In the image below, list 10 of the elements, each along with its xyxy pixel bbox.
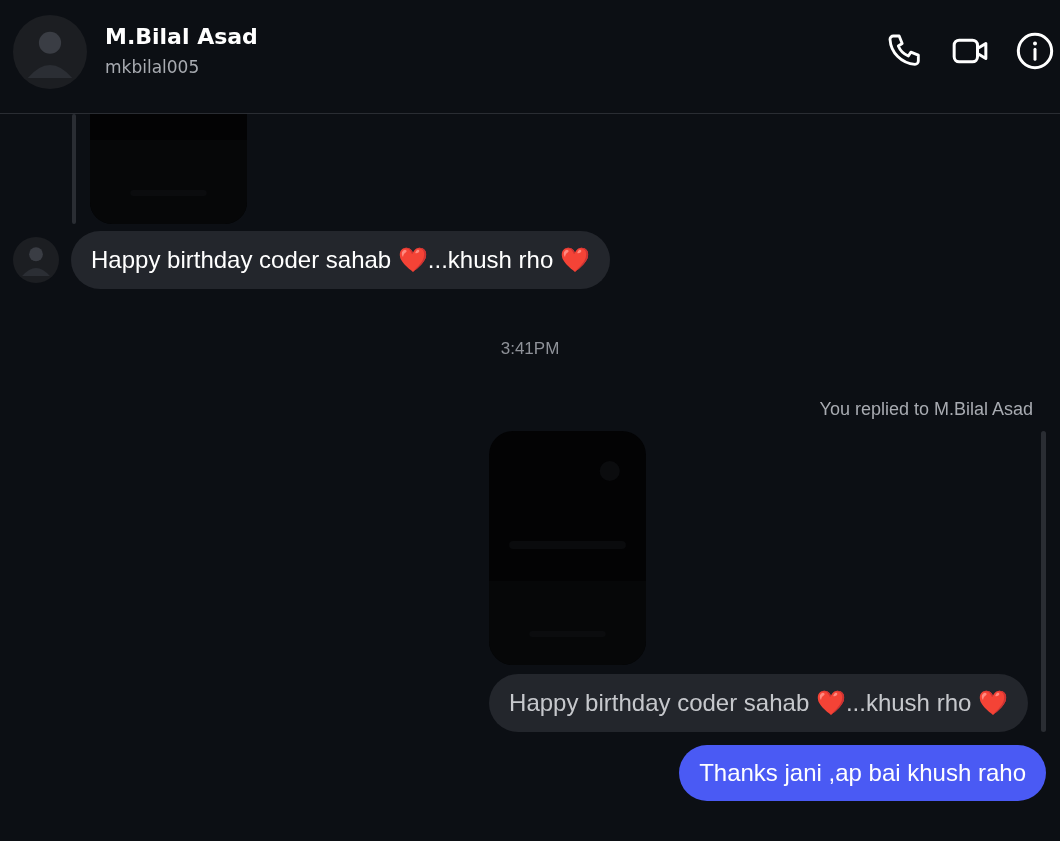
- timestamp: 3:41PM: [499, 339, 561, 359]
- quoted-message: Happy birthday coder sahab ❤...khush rho ❤: [489, 674, 1028, 732]
- avatar-icon: [13, 14, 87, 89]
- contact-name: M.Bilal Asad: [105, 24, 259, 49]
- reply-label: You replied to M.Bilal Asad: [819, 399, 1033, 420]
- info-icon[interactable]: [1015, 30, 1055, 71]
- message-bubble: Thanks jani ,ap bai khush raho: [679, 745, 1046, 801]
- avatar-icon: [13, 237, 59, 283]
- contact-username: mkbilal005: [105, 57, 201, 77]
- message-bubble: Happy birthday coder sahab ❤...khush rho ❤: [71, 231, 610, 289]
